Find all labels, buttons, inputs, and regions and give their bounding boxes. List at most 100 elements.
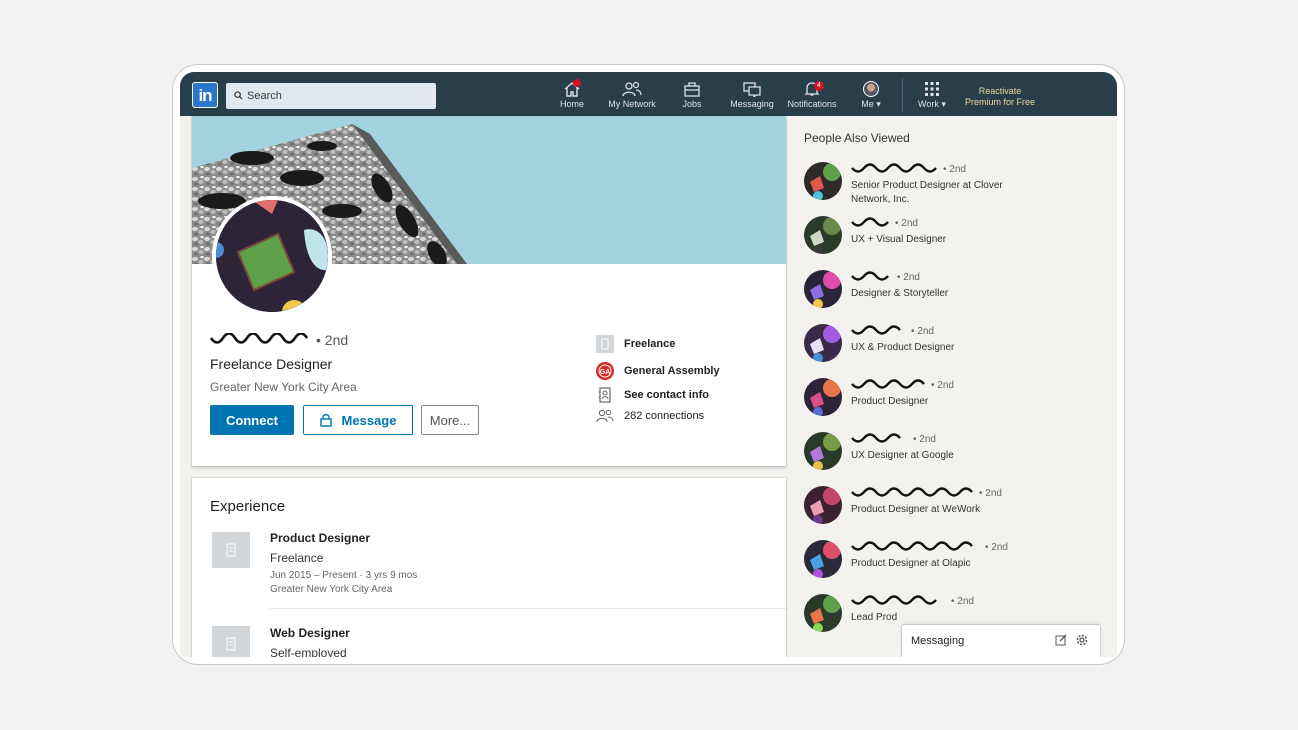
browser-screen: in Search Home My Network Jobs Messaging… [180,72,1117,657]
svg-text:GA: GA [600,369,611,376]
redacted-name-squiggle [851,217,889,227]
person-degree: • 2nd [931,379,954,391]
person-headline: Product Designer at Olapic [851,558,971,569]
redacted-name-squiggle [851,271,889,281]
grid-icon [925,82,939,96]
nav-notifications[interactable]: 4 Notifications [784,81,840,115]
home-notification-dot [573,79,581,87]
nav-notifications-label: Notifications [787,99,837,109]
notifications-badge: 4 [814,81,824,91]
nav-home-label: Home [559,99,584,109]
person-headline: Lead Prod [851,612,898,623]
person-degree: • 2nd [951,595,974,607]
person-avatar[interactable] [804,216,842,254]
nav-work[interactable]: Work ▾ [914,81,950,115]
person-name-row: • 2nd [851,379,954,391]
person-headline: UX & Product Designer [851,342,955,353]
redacted-name-squiggle [851,595,937,605]
person-name-row: • 2nd [851,541,1008,553]
school[interactable]: GA General Assembly [596,359,776,383]
person-degree: • 2nd [943,163,966,175]
current-company[interactable]: Freelance [596,332,776,356]
nav-jobs[interactable]: Jobs [676,81,708,115]
premium-link[interactable]: Reactivate Premium for Free [958,86,1042,108]
search-icon [234,91,243,100]
redacted-name-squiggle [851,487,973,497]
person-name-row: • 2nd [851,325,934,337]
chevron-down-icon: ▾ [876,99,881,109]
nav-jobs-label: Jobs [682,99,702,109]
person-avatar[interactable] [804,486,842,524]
person-headline: Senior Product Designer at Clover Networ… [851,180,1003,205]
school-icon: GA [596,362,614,380]
person-avatar[interactable] [804,540,842,578]
profile-location: Greater New York City Area [210,380,357,394]
person-degree: • 2nd [897,271,920,283]
person-headline: UX + Visual Designer [851,234,947,245]
person-name-row: • 2nd [851,217,918,229]
connections-count[interactable]: 282 connections [596,404,776,428]
company-icon [596,335,614,353]
nav-me-label: Me [861,99,874,109]
nav-divider [902,78,903,112]
search-input[interactable]: Search [226,83,436,109]
nav-messaging[interactable]: Messaging [726,81,778,115]
avatar-icon [863,81,879,97]
premium-line-1: Reactivate [978,86,1022,96]
connect-button[interactable]: Connect [210,405,294,435]
gear-icon[interactable] [1076,634,1088,646]
experience-location: Greater New York City Area [270,584,393,595]
person-headline: UX Designer at Google [851,450,954,461]
nav-my-network-label: My Network [608,99,656,109]
messaging-label: Messaging [911,635,965,647]
experience-company: Freelance [270,551,324,565]
messaging-icon [743,82,761,97]
compose-icon[interactable] [1055,634,1067,646]
profile-name-row: • 2nd [210,332,348,348]
message-button[interactable]: Message [303,405,413,435]
experience-role: Web Designer [270,626,350,640]
chevron-down-icon: ▾ [941,99,946,109]
redacted-name-squiggle [210,333,309,344]
connections-icon [596,407,614,425]
experience-company: Self-employed [270,646,347,657]
person-name-row: • 2nd [851,271,920,283]
person-avatar[interactable] [804,324,842,362]
redacted-name-squiggle [851,163,937,173]
person-degree: • 2nd [911,325,934,337]
profile-photo[interactable] [212,196,332,316]
experience-role: Product Designer [270,531,371,545]
linkedin-logo[interactable]: in [192,82,218,108]
experience-divider [270,608,786,609]
more-button[interactable]: More... [421,405,479,435]
lock-icon [319,414,332,427]
nav-my-network[interactable]: My Network [604,81,660,115]
person-degree: • 2nd [913,433,936,445]
nav-home[interactable]: Home [554,79,590,115]
person-avatar[interactable] [804,270,842,308]
redacted-name-squiggle [851,433,901,443]
messaging-bar[interactable]: Messaging [902,625,1100,657]
people-also-viewed: People Also Viewed • 2nd Senior Product D… [788,116,1117,657]
person-degree: • 2nd [895,217,918,229]
person-avatar[interactable] [804,378,842,416]
top-nav: in Search Home My Network Jobs Messaging… [180,72,1117,116]
company-logo-icon [212,626,250,657]
redacted-name-squiggle [851,379,925,389]
person-degree: • 2nd [985,541,1008,553]
search-placeholder: Search [247,90,282,102]
person-avatar[interactable] [804,594,842,632]
person-avatar[interactable] [804,162,842,200]
network-icon [622,81,642,97]
person-degree: • 2nd [979,487,1002,499]
experience-section: Experience Product Designer Freelance Ju… [192,478,786,657]
person-name-row: • 2nd [851,163,966,175]
profile-top-card: • 2nd Freelance Designer Greater New Yor… [192,116,786,466]
person-name-row: • 2nd [851,595,974,607]
profile-side-info: Freelance GA General Assembly See contac… [596,332,776,428]
person-headline: Product Designer at WeWork [851,504,981,515]
person-headline: Product Designer [851,396,929,407]
nav-me[interactable]: Me ▾ [856,81,886,115]
nav-messaging-label: Messaging [730,99,774,109]
person-avatar[interactable] [804,432,842,470]
